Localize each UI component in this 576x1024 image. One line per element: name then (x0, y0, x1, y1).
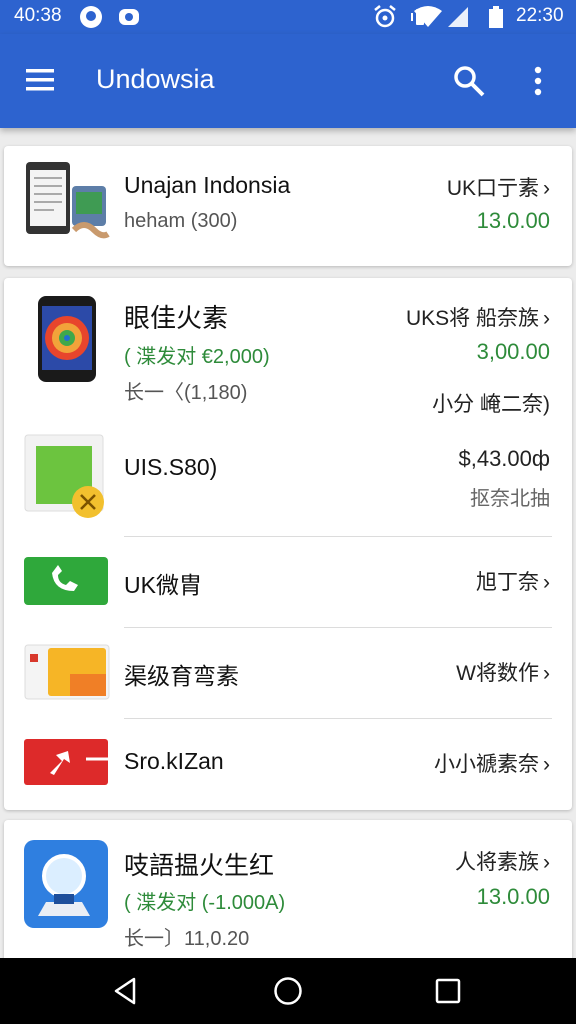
navigation-bar (0, 958, 576, 1024)
item-name: UIS.S80) (124, 454, 218, 480)
chevron-right-icon: › (543, 851, 550, 874)
list-item[interactable]: UK微胄 旭丁奈 › (4, 537, 572, 627)
item-right-label[interactable]: 旭丁奈 › (476, 566, 550, 596)
right-label-text: 旭丁奈 (476, 571, 539, 594)
list-item[interactable]: UIS.S80) $,43.00ф 抠奈北抽 (4, 428, 572, 536)
phone-tablet-thumbnail (26, 162, 110, 239)
list-item[interactable]: 眼佳火素 ( 渫发对 €2,000) 长一〈(1,180) UKS将 船奈族 › … (4, 278, 572, 418)
home-icon[interactable] (272, 975, 304, 1007)
item-subtitle-count: 长一〈(1,180) (124, 382, 248, 404)
right-label-text: UK口亍素 (446, 177, 539, 200)
green-document-thumbnail (24, 434, 104, 518)
status-time-right: 22:30 (516, 5, 564, 26)
item-subtitle-price: ( 渫发对 (-1.000A) (124, 892, 286, 914)
item-right-sub: 抠奈北抽 (470, 488, 550, 510)
item-name: 渠级育弯素 (124, 663, 239, 689)
item-right-label[interactable]: 人将素族 › (455, 846, 550, 876)
right-label-text: 人将素族 (455, 851, 539, 874)
chevron-right-icon: › (543, 307, 550, 330)
chevron-right-icon: › (543, 753, 550, 776)
chevron-right-icon: › (543, 177, 550, 200)
item-subtitle-count: 长一〕11,0.20 (124, 928, 250, 950)
item-name: 吱語揾火生红 (124, 852, 275, 880)
card-2: 眼佳火素 ( 渫发对 €2,000) 长一〈(1,180) UKS将 船奈族 › … (4, 278, 572, 810)
alarm-icon (374, 5, 396, 28)
search-icon[interactable] (452, 64, 486, 98)
phone-call-icon (24, 557, 108, 605)
cell-signal-icon (448, 7, 468, 27)
item-price: 3,00.00 (476, 339, 550, 364)
item-right-label[interactable]: UK口亍素 › (447, 172, 550, 202)
right-label-text: UKS将 船奈族 (405, 307, 539, 330)
item-right-extra: 小分 崦二奈) (432, 393, 550, 416)
chevron-right-icon: › (543, 571, 550, 594)
red-share-icon (24, 739, 108, 785)
list-item[interactable]: 渠级育弯素 W将数作 › (4, 628, 572, 718)
app-title: Undowsia (96, 64, 215, 94)
right-label-text: 小小禠素奈 (434, 753, 539, 776)
item-name: Unajan Indonsia (124, 172, 291, 198)
item-price: 13.0.00 (476, 884, 550, 909)
scanner-app-icon (24, 840, 108, 928)
list-item[interactable]: Sro.kIZan 小小禠素奈 › (4, 719, 572, 809)
item-price: $,43.00ф (458, 446, 550, 471)
app-bar: Undowsia (0, 34, 576, 128)
folder-icon (24, 644, 110, 700)
item-name: UK微胄 (124, 572, 202, 598)
smartphone-thumbnail (38, 296, 96, 382)
status-bar: 40:38 22:30 (0, 0, 576, 34)
right-label-text: W将数作 (456, 662, 539, 685)
item-name: 眼佳火素 (124, 303, 229, 333)
item-subtitle-price: ( 渫发对 €2,000) (124, 346, 270, 368)
more-vert-icon[interactable] (528, 64, 548, 98)
battery-icon (489, 6, 503, 28)
menu-icon[interactable] (26, 68, 54, 92)
item-name: Sro.kIZan (124, 748, 224, 774)
status-time-left: 40:38 (14, 5, 62, 26)
app-notification-icon (119, 9, 139, 25)
item-right-label[interactable]: W将数作 › (456, 657, 550, 687)
wifi-icon (414, 6, 442, 27)
chevron-right-icon: › (543, 662, 550, 685)
item-right-label[interactable]: UKS将 船奈族 › (406, 302, 550, 332)
item-right-label[interactable]: 小小禠素奈 › (434, 748, 550, 778)
card-1[interactable]: Unajan Indonsia heham (300) UK口亍素 › 13.0.… (4, 146, 572, 266)
back-icon[interactable] (110, 975, 142, 1007)
notification-icon (80, 6, 102, 28)
item-price: 13.0.00 (476, 208, 550, 233)
item-subtitle: heham (300) (124, 210, 238, 232)
card-3[interactable]: 吱語揾火生红 ( 渫发对 (-1.000A) 长一〕11,0.20 人将素族 › … (4, 820, 572, 980)
recents-icon[interactable] (432, 975, 464, 1007)
